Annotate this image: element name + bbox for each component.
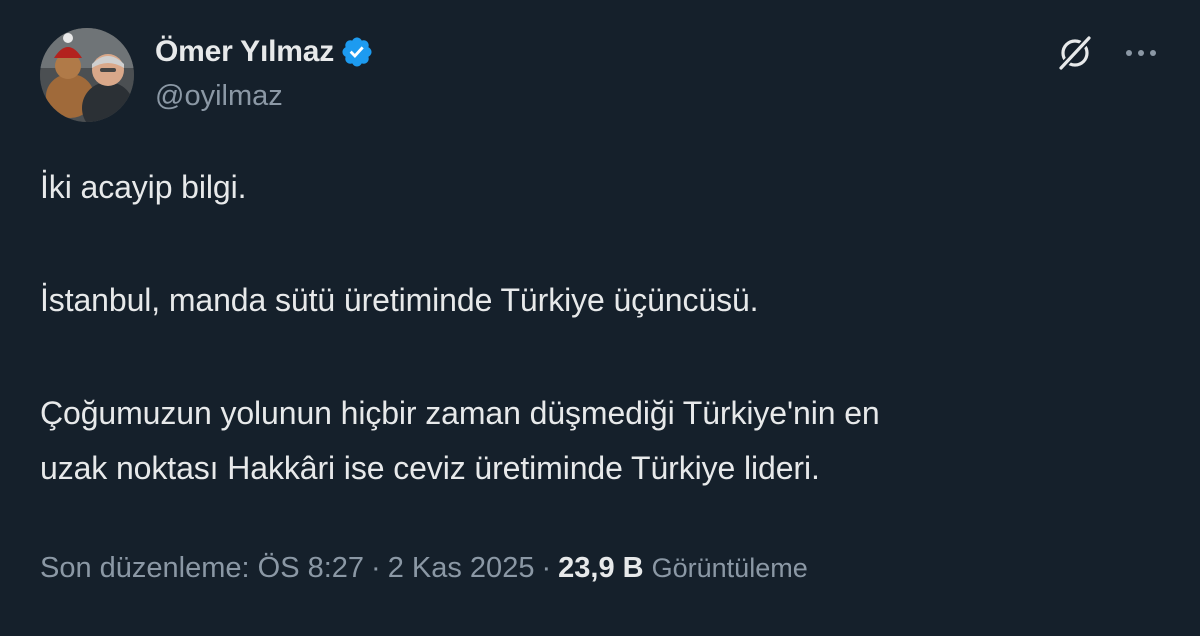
- grok-icon: [1057, 34, 1093, 72]
- author-display-name[interactable]: Ömer Yılmaz: [155, 35, 334, 69]
- views-label: Görüntüleme: [651, 553, 808, 583]
- author-name-row: Ömer Yılmaz: [155, 30, 374, 74]
- views-count[interactable]: 23,9 B: [558, 552, 643, 584]
- avatar[interactable]: [40, 28, 134, 122]
- author-handle[interactable]: @oyilmaz: [155, 80, 283, 113]
- meta-separator: ·: [541, 552, 552, 584]
- tweet-meta: Son düzenleme: ÖS 8:27 · 2 Kas 2025 · 23,9 B…: [40, 552, 808, 585]
- tweet-text: İki acayip bilgi. İstanbul, manda sütü ü…: [40, 160, 1160, 496]
- tweet-card: Ömer Yılmaz @oyilmaz İki acayip bilgi. İ…: [0, 0, 1200, 636]
- more-options-button[interactable]: [1118, 30, 1164, 76]
- avatar-photo: [40, 28, 134, 122]
- tweet-date[interactable]: 2 Kas 2025: [388, 552, 535, 584]
- edited-label[interactable]: Son düzenleme: ÖS 8:27: [40, 552, 364, 584]
- verified-badge-icon[interactable]: [340, 35, 374, 69]
- tweet-paragraph: Çoğumuzun yolunun hiçbir zaman düşmediği…: [40, 395, 880, 486]
- more-icon: [1126, 50, 1156, 56]
- grok-button[interactable]: [1052, 30, 1098, 76]
- meta-separator: ·: [371, 552, 381, 584]
- tweet-paragraph: İstanbul, manda sütü üretiminde Türkiye …: [40, 282, 759, 318]
- tweet-paragraph: İki acayip bilgi.: [40, 169, 247, 205]
